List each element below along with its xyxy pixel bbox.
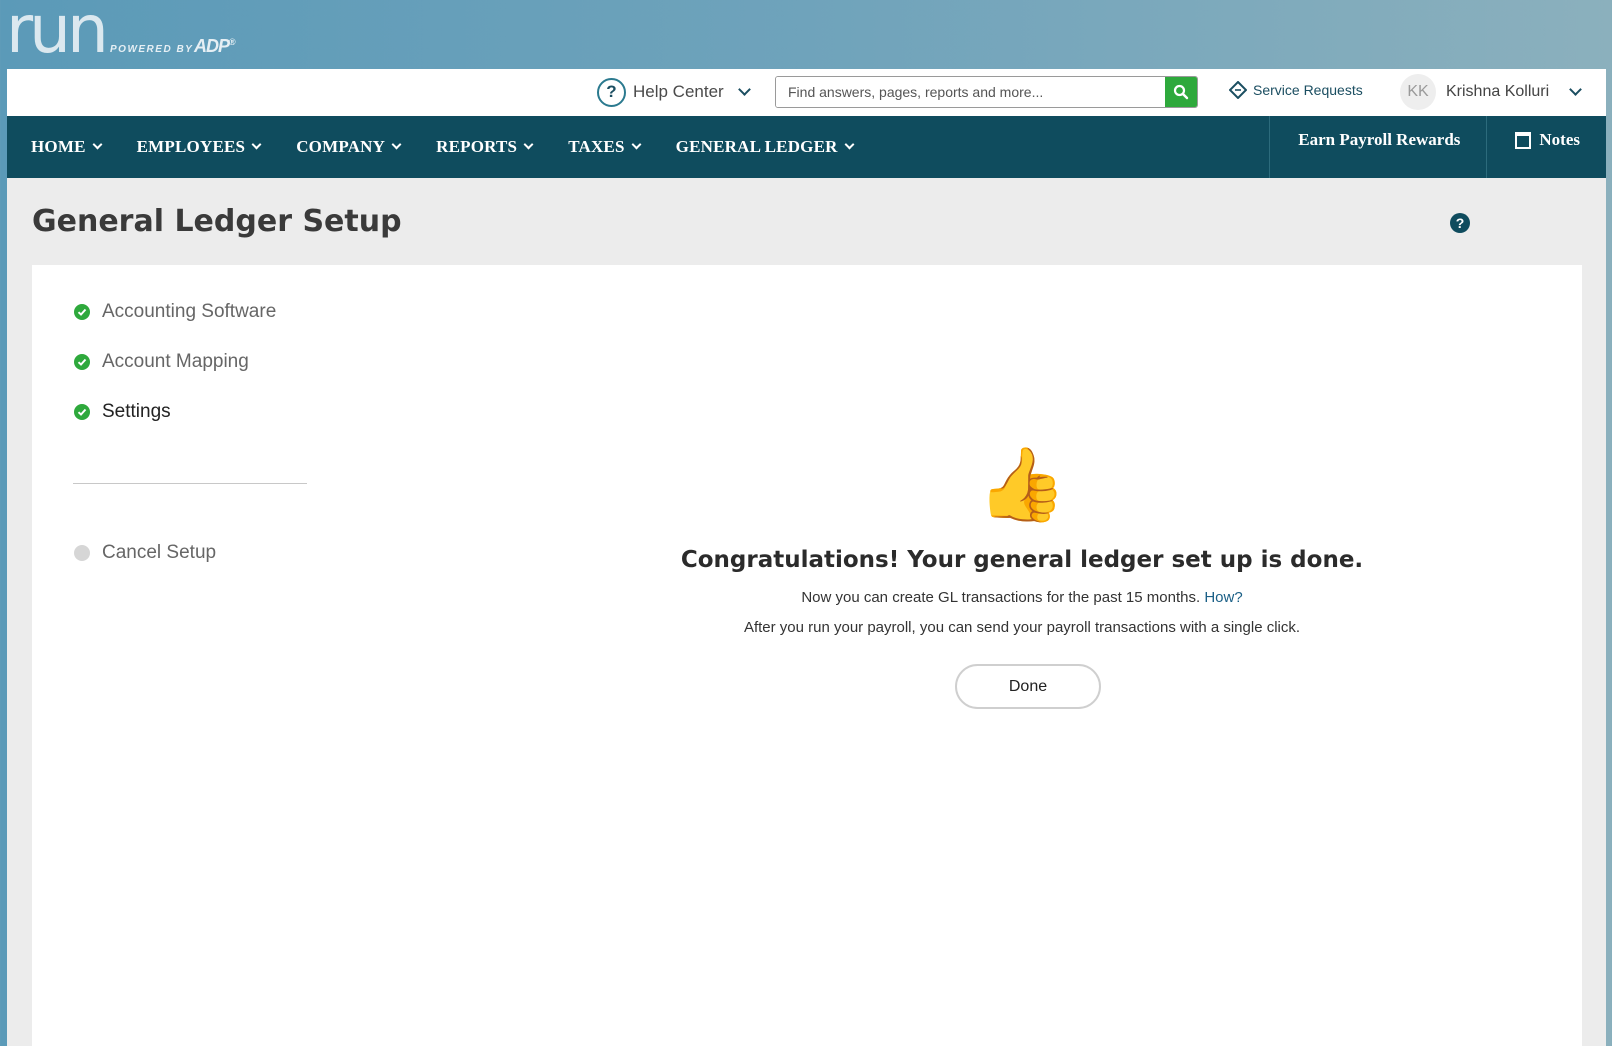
done-button[interactable]: Done xyxy=(955,664,1101,709)
ticket-icon xyxy=(1229,81,1247,99)
success-heading: Congratulations! Your general ledger set… xyxy=(680,547,1364,573)
page-title: General Ledger Setup xyxy=(32,204,402,239)
chevron-down-icon xyxy=(844,139,855,150)
earn-payroll-rewards-label: Earn Payroll Rewards xyxy=(1298,130,1461,149)
setup-card: Accounting Software Account Mapping Sett… xyxy=(32,265,1582,1046)
page-content: General Ledger Setup ? Accounting Softwa… xyxy=(7,178,1606,1046)
nav-home-label: HOME xyxy=(31,137,86,156)
notes-label: Notes xyxy=(1539,130,1580,149)
chevron-down-icon xyxy=(92,139,103,150)
chevron-down-icon xyxy=(631,139,642,150)
main-nav: HOME EMPLOYEES COMPANY REPORTS TAXES GEN… xyxy=(7,116,1606,178)
step-accounting-software[interactable]: Accounting Software xyxy=(74,301,276,323)
earn-payroll-rewards-link[interactable]: Earn Payroll Rewards xyxy=(1269,116,1486,178)
check-circle-icon xyxy=(74,404,90,420)
step-label: Accounting Software xyxy=(102,301,277,322)
nav-general-ledger[interactable]: GENERAL LEDGER xyxy=(675,137,855,157)
service-requests-label: Service Requests xyxy=(1253,82,1363,98)
cancel-setup-label: Cancel Setup xyxy=(102,542,217,563)
nav-taxes[interactable]: TAXES xyxy=(568,137,642,157)
chevron-down-icon xyxy=(1569,83,1583,96)
user-menu[interactable]: KK Krishna Kolluri xyxy=(1400,74,1583,110)
nav-employees[interactable]: EMPLOYEES xyxy=(136,137,262,157)
notes-button[interactable]: Notes xyxy=(1486,116,1606,178)
adp-logo: ADP® xyxy=(194,36,236,57)
adp-logo-text: ADP xyxy=(194,36,230,56)
nav-employees-label: EMPLOYEES xyxy=(136,137,246,156)
user-name: Krishna Kolluri xyxy=(1446,83,1550,100)
search-input[interactable] xyxy=(776,77,1165,107)
search-bar xyxy=(775,76,1198,108)
step-label: Account Mapping xyxy=(102,351,249,372)
chevron-down-icon xyxy=(523,139,534,150)
nav-general-ledger-label: GENERAL LEDGER xyxy=(675,137,838,156)
check-circle-icon xyxy=(74,304,90,320)
chevron-down-icon xyxy=(391,139,402,150)
success-line-1-text: Now you can create GL transactions for t… xyxy=(801,589,1201,606)
notes-icon xyxy=(1515,131,1532,149)
help-icon[interactable]: ? xyxy=(1450,213,1470,233)
help-center-menu[interactable]: ? Help Center xyxy=(597,77,751,107)
success-panel: 👍 Congratulations! Your general ledger s… xyxy=(552,445,1492,709)
nav-reports-label: REPORTS xyxy=(436,137,518,156)
success-line-1: Now you can create GL transactions for t… xyxy=(552,589,1492,606)
nav-right-group: Earn Payroll Rewards Notes xyxy=(1269,116,1606,178)
chevron-down-icon xyxy=(737,83,751,96)
nav-reports[interactable]: REPORTS xyxy=(436,137,534,157)
service-requests-link[interactable]: Service Requests xyxy=(1229,81,1363,99)
thumbs-up-icon: 👍 xyxy=(977,445,1067,525)
search-icon xyxy=(1173,84,1189,100)
step-settings[interactable]: Settings xyxy=(74,401,171,423)
how-link[interactable]: How? xyxy=(1204,589,1242,606)
registered-mark: ® xyxy=(229,37,236,47)
avatar: KK xyxy=(1400,74,1436,110)
nav-company[interactable]: COMPANY xyxy=(296,137,402,157)
nav-taxes-label: TAXES xyxy=(568,137,625,156)
check-circle-icon xyxy=(74,354,90,370)
help-center-label: Help Center xyxy=(633,82,724,101)
success-line-2: After you run your payroll, you can send… xyxy=(743,619,1301,636)
powered-by-label: POWERED BY xyxy=(110,44,194,55)
steps-divider xyxy=(73,483,307,484)
step-account-mapping[interactable]: Account Mapping xyxy=(74,351,249,373)
nav-home[interactable]: HOME xyxy=(31,137,103,157)
brand-banner: run POWERED BY ADP® xyxy=(0,0,1612,69)
help-circle-icon: ? xyxy=(597,77,626,107)
search-button[interactable] xyxy=(1165,77,1197,107)
run-logo[interactable]: run xyxy=(6,0,109,66)
utility-bar: ? Help Center Service Requests KK Krishn… xyxy=(7,69,1606,116)
step-label: Settings xyxy=(102,401,171,422)
chevron-down-icon xyxy=(251,139,262,150)
dot-icon xyxy=(74,545,90,561)
cancel-setup-link[interactable]: Cancel Setup xyxy=(74,542,216,564)
nav-company-label: COMPANY xyxy=(296,137,386,156)
